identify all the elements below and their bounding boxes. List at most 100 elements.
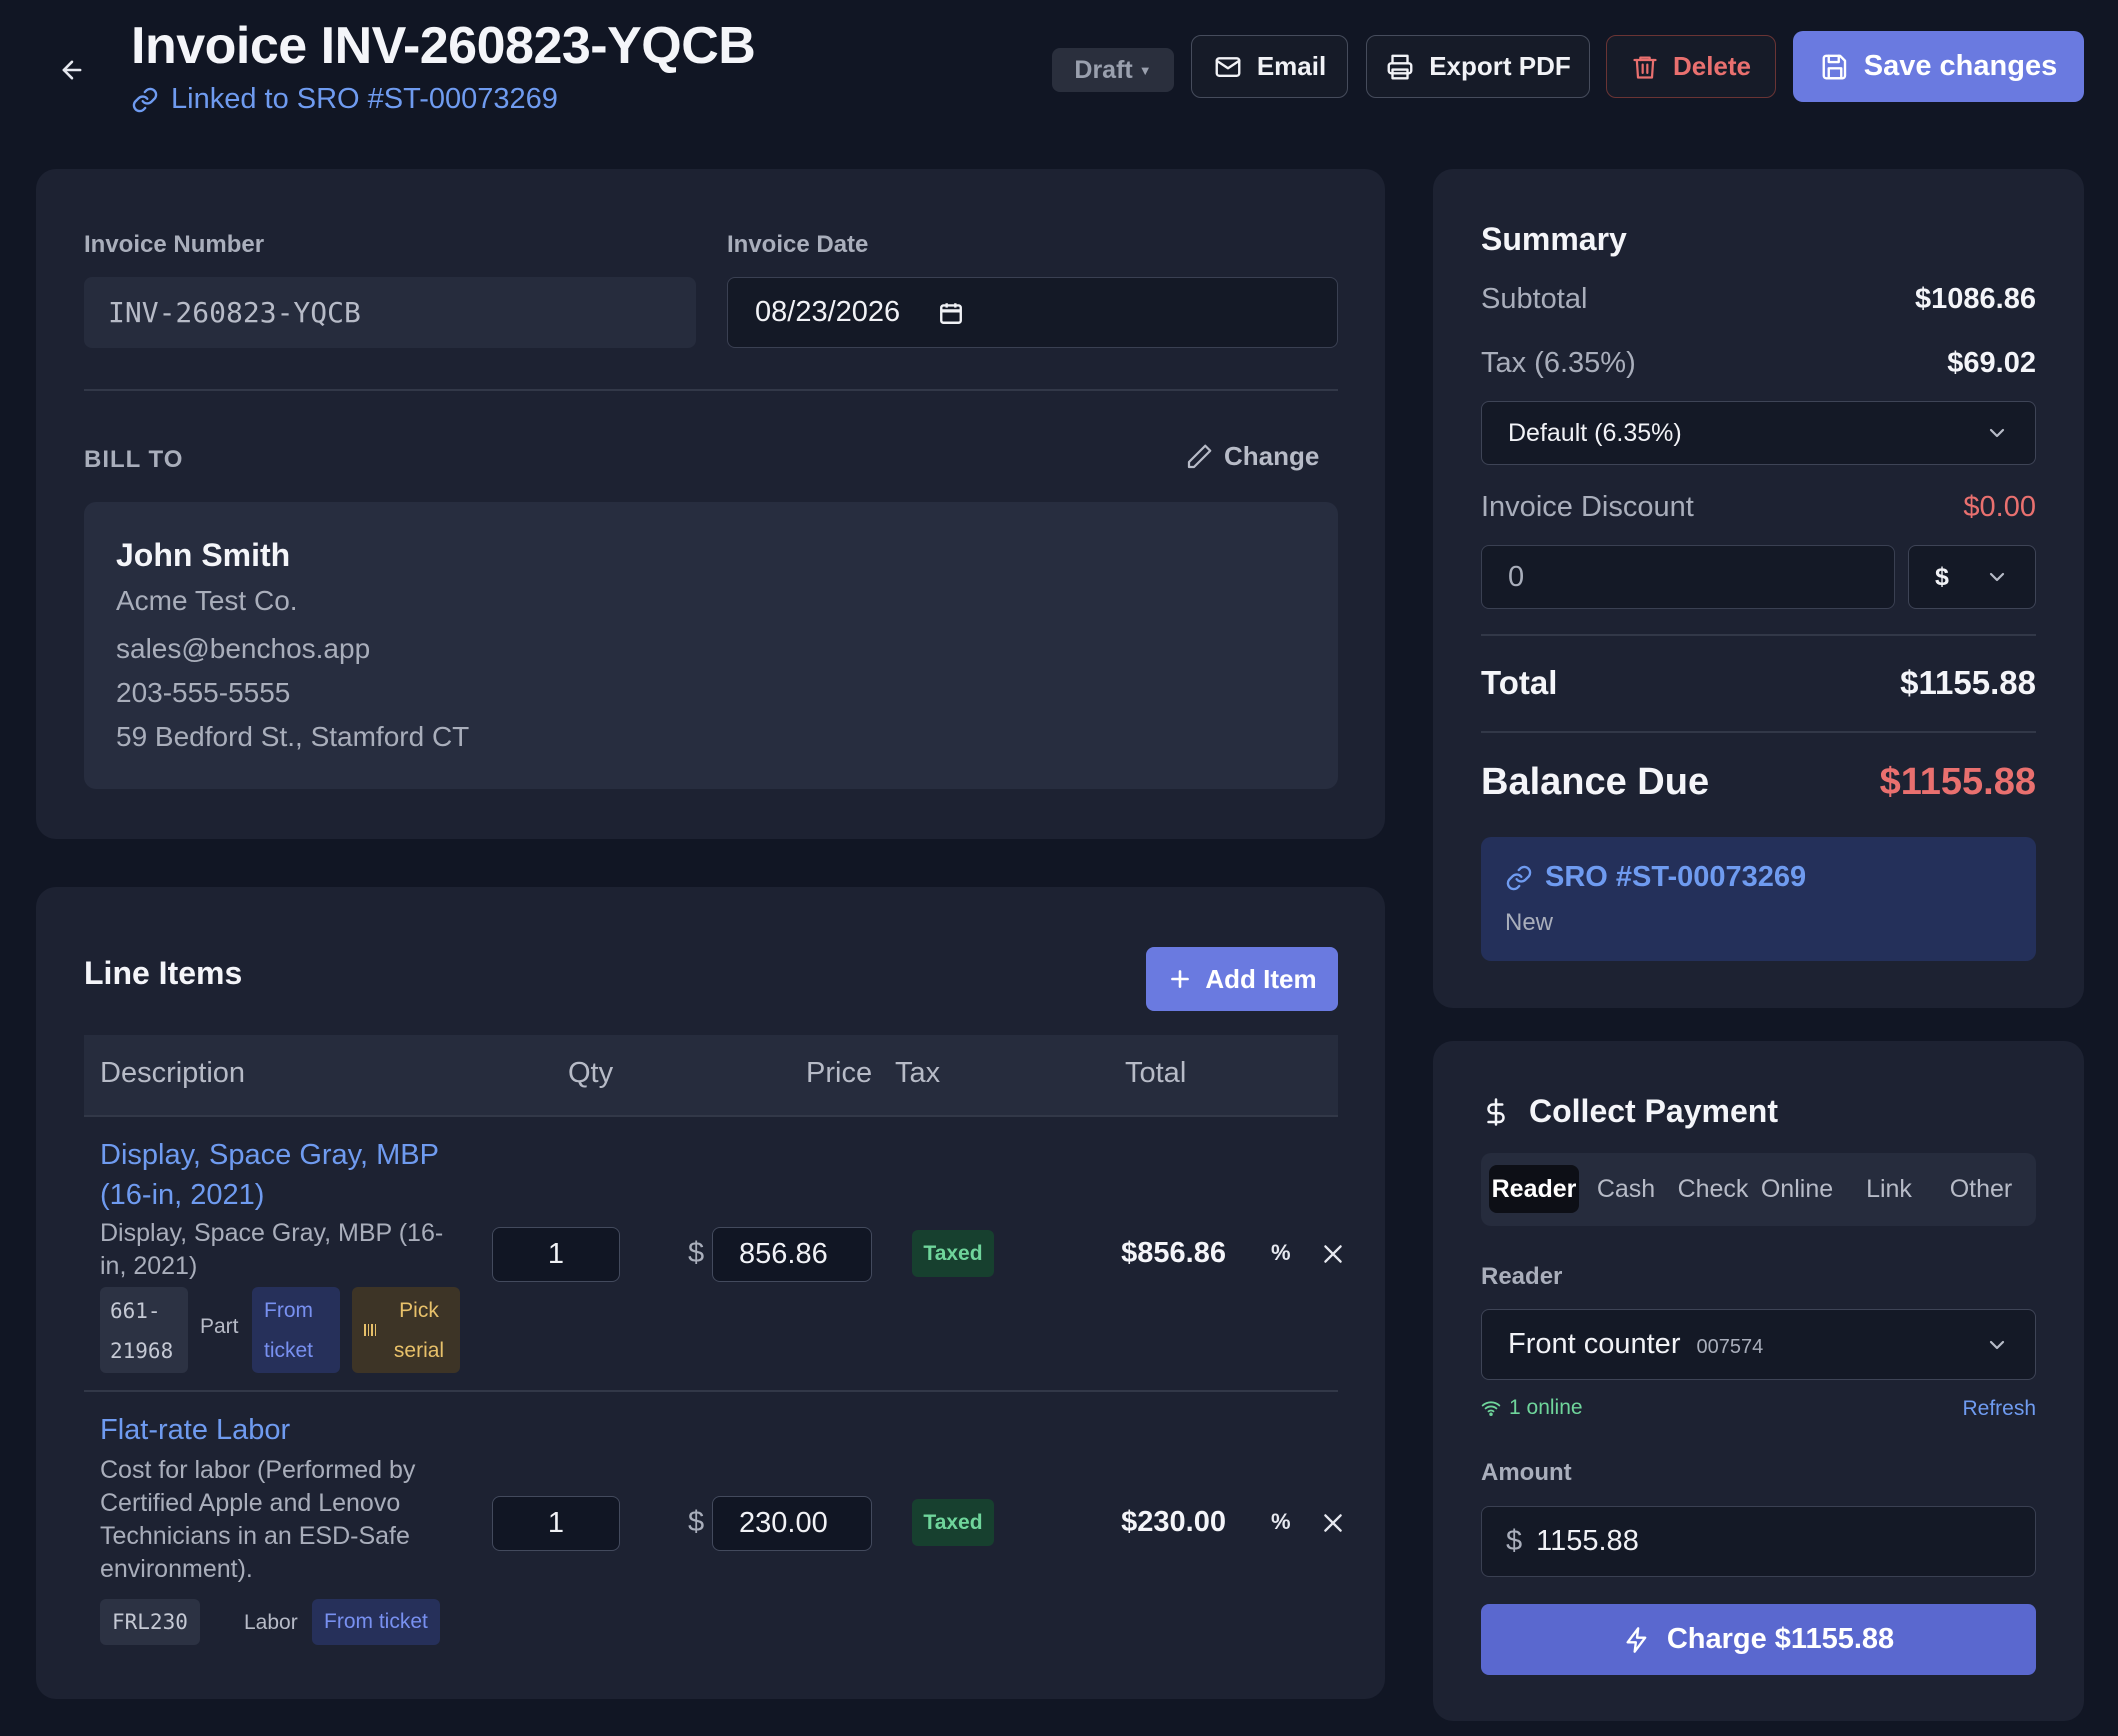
tax-label: Tax (6.35%) xyxy=(1481,347,1636,379)
item-title[interactable]: Display, Space Gray, MBP (16-in, 2021) xyxy=(100,1135,439,1215)
online-count: 1 online xyxy=(1509,1396,1583,1419)
bill-to-heading: BILL TO xyxy=(84,446,184,473)
invoice-date-label: Invoice Date xyxy=(727,231,869,258)
column-tax: Tax xyxy=(895,1057,941,1089)
amount-field[interactable]: $ 1155.88 xyxy=(1481,1506,2036,1577)
reader-value: Front counter 007574 xyxy=(1508,1328,1763,1361)
tax-value: $69.02 xyxy=(1947,347,2036,379)
tab-check[interactable]: Check xyxy=(1670,1165,1756,1213)
from-ticket-line: From xyxy=(264,1299,313,1322)
invoice-number-label: Invoice Number xyxy=(84,231,265,258)
discount-unit-select[interactable]: $ xyxy=(1908,545,2036,609)
chevron-down-icon xyxy=(1989,1340,2005,1349)
tax-rate-value: Default (6.35%) xyxy=(1508,418,1682,447)
change-customer-button[interactable]: Change xyxy=(1184,441,1319,472)
item-title-line: Display, Space Gray, MBP xyxy=(100,1139,439,1171)
section-divider xyxy=(84,389,1338,391)
back-button[interactable] xyxy=(52,50,92,90)
tax-status-badge[interactable]: Taxed xyxy=(912,1230,994,1277)
amount-currency-symbol: $ xyxy=(1506,1525,1523,1557)
discount-amount-input[interactable]: 0 xyxy=(1481,545,1895,609)
add-item-button[interactable]: Add Item xyxy=(1146,947,1338,1011)
collect-payment-card: Collect Payment Reader Cash Check Online… xyxy=(1433,1041,2084,1721)
quantity-input[interactable]: 1 xyxy=(492,1227,620,1282)
customer-name: John Smith xyxy=(116,537,291,573)
subtotal-label: Subtotal xyxy=(1481,283,1588,315)
sro-link-card[interactable]: SRO #ST-00073269 New xyxy=(1481,837,2036,961)
tax-rate-select[interactable]: Default (6.35%) xyxy=(1481,401,2036,465)
reader-name: Front counter xyxy=(1508,1328,1681,1360)
email-button[interactable]: Email xyxy=(1191,35,1348,98)
tab-other[interactable]: Other xyxy=(1936,1165,2026,1213)
collect-payment-header: Collect Payment xyxy=(1481,1093,1778,1130)
price-currency-symbol: $ xyxy=(688,1506,705,1538)
pick-serial-line: serial xyxy=(393,1339,445,1362)
chevron-down-icon xyxy=(1989,572,2005,582)
chevron-down-icon xyxy=(1989,428,2005,438)
from-ticket-line: ticket xyxy=(264,1339,314,1362)
tab-link[interactable]: Link xyxy=(1849,1165,1929,1213)
tab-online[interactable]: Online xyxy=(1754,1165,1840,1213)
status-dropdown[interactable]: Draft ▼ xyxy=(1052,48,1174,92)
total-value: $1155.88 xyxy=(1900,664,2036,701)
reader-select[interactable]: Front counter 007574 xyxy=(1481,1309,2036,1380)
sku-line: 21968 xyxy=(110,1339,174,1363)
bill-to-card: John Smith Acme Test Co. sales@benchos.a… xyxy=(84,502,1338,789)
item-description-line: in, 2021) xyxy=(100,1252,198,1280)
customer-address: 59 Bedford St., Stamford CT xyxy=(116,721,470,752)
discount-unit-value: $ xyxy=(1935,562,1949,591)
collect-payment-heading: Collect Payment xyxy=(1529,1093,1778,1129)
linked-sro-link[interactable]: Linked to SRO #ST-00073269 xyxy=(131,83,558,116)
column-total: Total xyxy=(1125,1057,1187,1089)
column-price: Price xyxy=(806,1057,873,1089)
tab-reader[interactable]: Reader xyxy=(1489,1165,1579,1213)
item-type: Labor xyxy=(244,1611,298,1634)
mail-icon xyxy=(1215,56,1241,77)
quantity-input[interactable]: 1 xyxy=(492,1496,620,1551)
export-pdf-button[interactable]: Export PDF xyxy=(1366,35,1590,98)
printer-icon xyxy=(1387,54,1413,79)
item-description-line: Certified Apple and Lenovo xyxy=(100,1489,401,1517)
payment-method-tabs: Reader Cash Check Online Link Other xyxy=(1481,1153,2036,1226)
tax-status-badge[interactable]: Taxed xyxy=(912,1499,994,1546)
customer-email: sales@benchos.app xyxy=(116,633,371,664)
summary-card: Summary Subtotal $1086.86 Tax (6.35%) $6… xyxy=(1433,169,2084,1008)
email-label: Email xyxy=(1256,51,1327,81)
caret-down-icon: ▼ xyxy=(1138,62,1152,78)
table-header: Description Qty Price Tax Total xyxy=(84,1035,1338,1115)
price-currency-symbol: $ xyxy=(688,1237,705,1269)
delete-button[interactable]: Delete xyxy=(1606,35,1776,98)
invoice-discount-value: $0.00 xyxy=(1963,491,2036,523)
amount-value: 1155.88 xyxy=(1536,1525,1639,1557)
table-row: Flat-rate Labor Cost for labor (Performe… xyxy=(84,1392,1342,1662)
sku-line: 661- xyxy=(110,1299,161,1323)
invoice-discount-label: Invoice Discount xyxy=(1481,491,1694,523)
price-input[interactable]: 230.00 xyxy=(712,1496,872,1551)
sro-link[interactable]: SRO #ST-00073269 xyxy=(1505,861,1806,894)
row-total: $856.86 xyxy=(1121,1237,1226,1269)
remove-item-button[interactable] xyxy=(1320,1241,1346,1267)
pencil-icon xyxy=(1187,444,1212,468)
calendar-icon[interactable] xyxy=(938,300,964,326)
invoice-date-field[interactable]: 08/23/2026 xyxy=(727,277,1338,348)
save-changes-button[interactable]: Save changes xyxy=(1793,31,2084,102)
link-icon xyxy=(132,87,158,112)
customer-company: Acme Test Co. xyxy=(116,585,298,616)
status-label: Draft xyxy=(1074,55,1133,84)
discount-percent-button[interactable]: % xyxy=(1271,1509,1291,1535)
summary-divider xyxy=(1481,731,2036,733)
item-title[interactable]: Flat-rate Labor xyxy=(100,1410,290,1450)
remove-item-button[interactable] xyxy=(1320,1510,1346,1536)
tab-cash[interactable]: Cash xyxy=(1586,1165,1666,1213)
amount-label: Amount xyxy=(1481,1459,1572,1486)
price-input[interactable]: 856.86 xyxy=(712,1227,872,1282)
charge-button[interactable]: Charge $1155.88 xyxy=(1481,1604,2036,1675)
invoice-date-value: 08/23/2026 xyxy=(755,296,901,328)
linked-sro-label: Linked to SRO #ST-00073269 xyxy=(171,83,558,115)
dollar-icon xyxy=(1487,1097,1505,1126)
refresh-readers-link[interactable]: Refresh xyxy=(1962,1397,2036,1421)
lightning-icon xyxy=(1626,1626,1647,1653)
discount-percent-button[interactable]: % xyxy=(1271,1240,1291,1266)
pick-serial-button[interactable]: Pick serial xyxy=(352,1287,460,1373)
plus-icon xyxy=(1171,970,1190,988)
